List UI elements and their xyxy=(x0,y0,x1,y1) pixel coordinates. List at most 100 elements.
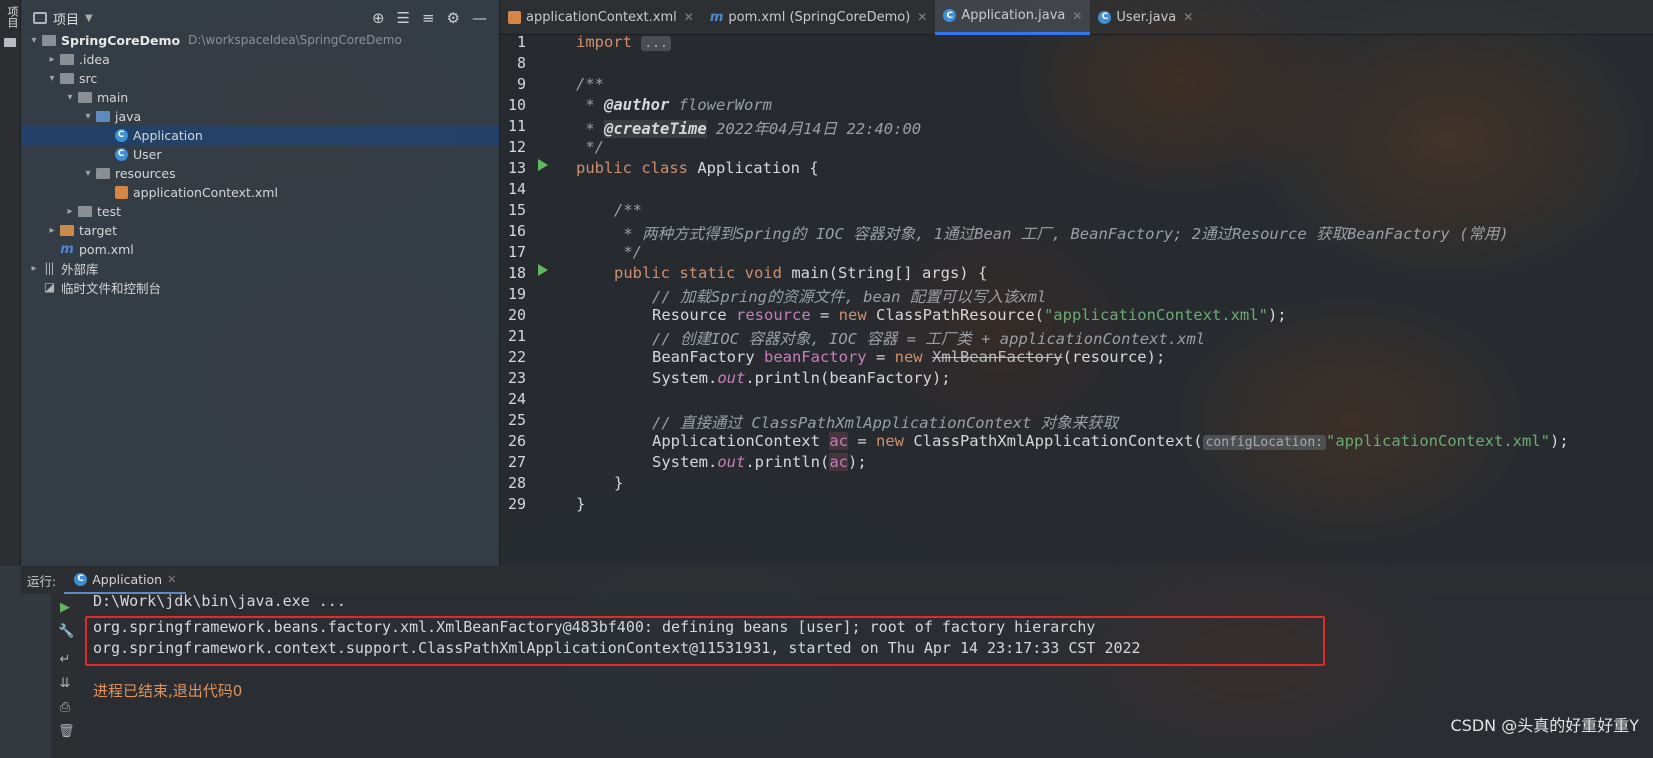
line-number: 24 xyxy=(507,390,526,408)
tree-item-idea[interactable]: ▸ .idea xyxy=(21,49,499,69)
chevron-down-icon[interactable]: ▾ xyxy=(45,73,59,84)
code-line: } xyxy=(576,495,586,513)
tab-application-java[interactable]: C Application.java ✕ xyxy=(935,0,1091,35)
tree-item-project-root[interactable]: ▾ SpringCoreDemo D:\workspaceIdea\Spring… xyxy=(21,30,499,50)
code-line: } xyxy=(614,474,624,492)
chevron-right-icon[interactable]: ▸ xyxy=(45,54,59,65)
tree-item-external-libraries[interactable]: ▸ ||| 外部库 xyxy=(21,258,499,278)
project-tool-tab[interactable]: 项目 xyxy=(2,6,19,28)
run-console[interactable]: D:\Work\jdk\bin\java.exe ... org.springf… xyxy=(79,592,1653,758)
scroll-to-end-icon[interactable]: ⇊ xyxy=(58,676,72,691)
tree-item-label: applicationContext.xml xyxy=(133,184,278,200)
tree-item-resources[interactable]: ▾ resources xyxy=(21,163,499,183)
collapse-all-icon[interactable]: ≡ xyxy=(422,9,435,27)
gear-icon[interactable]: ⚙ xyxy=(447,9,460,27)
parameter-hint: configLocation: xyxy=(1202,435,1327,450)
excluded-folder-icon xyxy=(60,224,74,236)
line-number: 27 xyxy=(507,453,526,471)
chevron-down-icon[interactable]: ▾ xyxy=(63,92,77,103)
tree-item-java[interactable]: ▾ java xyxy=(21,106,499,126)
tab-label: applicationContext.xml xyxy=(526,9,677,25)
minimize-icon[interactable]: — xyxy=(472,9,487,27)
line-number: 14 xyxy=(507,180,526,198)
line-number: 8 xyxy=(516,54,526,72)
chevron-down-icon[interactable]: ▾ xyxy=(81,168,95,179)
line-number: 23 xyxy=(507,369,526,387)
run-side-toolbar: ▶ 🔧 ↵ ⇊ ⎙ 🗑 xyxy=(51,594,79,758)
tab-pom-xml[interactable]: m pom.xml (SpringCoreDemo) ✕ xyxy=(702,0,936,35)
line-number: 28 xyxy=(507,474,526,492)
chevron-right-icon[interactable]: ▸ xyxy=(63,206,77,217)
tree-item-pom-xml[interactable]: m pom.xml xyxy=(21,239,499,259)
tree-item-target[interactable]: ▸ target xyxy=(21,220,499,240)
line-number: 1 xyxy=(516,33,526,51)
run-class-icon[interactable] xyxy=(538,159,548,171)
code-line: Resource resource = new ClassPathResourc… xyxy=(652,306,1287,324)
tree-item-label: pom.xml xyxy=(79,241,134,257)
tree-item-scratches[interactable]: ◪ 临时文件和控制台 xyxy=(21,277,499,297)
code-line: ApplicationContext ac = new ClassPathXml… xyxy=(652,432,1569,450)
chevron-down-icon[interactable]: ▾ xyxy=(27,35,41,46)
chevron-right-icon[interactable]: ▸ xyxy=(27,263,41,274)
folder-icon[interactable] xyxy=(4,38,16,47)
line-number: 21 xyxy=(507,327,526,345)
project-toolbar: ⊕ ☰ ≡ ⚙ — xyxy=(372,9,487,27)
code-line: System.out.println(ac); xyxy=(652,453,867,471)
tree-item-applicationcontext-xml[interactable]: applicationContext.xml xyxy=(21,182,499,202)
code-line: public class Application { xyxy=(576,159,819,177)
code-line: import ... xyxy=(576,33,671,51)
tree-item-user[interactable]: C User xyxy=(21,144,499,164)
chevron-right-icon[interactable]: ▸ xyxy=(45,225,59,236)
project-panel: 项目 ▼ ⊕ ☰ ≡ ⚙ — ▾ SpringCoreDemo D:\works… xyxy=(21,0,500,566)
close-icon[interactable]: ✕ xyxy=(1072,9,1082,23)
project-panel-title[interactable]: 项目 xyxy=(53,9,79,28)
tree-item-label: SpringCoreDemo xyxy=(61,32,181,48)
trash-icon[interactable]: 🗑 xyxy=(58,724,75,739)
code-line: /** xyxy=(576,75,604,93)
line-number: 19 xyxy=(507,285,526,303)
rerun-icon[interactable]: ▶ xyxy=(58,600,72,615)
folder-icon xyxy=(42,34,56,46)
code-line: // 加载Spring的资源文件, bean 配置可以写入该xml xyxy=(652,288,1047,306)
line-number: 15 xyxy=(507,201,526,219)
tab-user-java[interactable]: C User.java ✕ xyxy=(1090,0,1201,35)
console-line: org.springframework.context.support.Clas… xyxy=(93,639,1141,657)
close-icon[interactable]: ✕ xyxy=(917,10,927,24)
close-icon[interactable]: ✕ xyxy=(1183,10,1193,24)
close-icon[interactable]: ✕ xyxy=(167,573,176,586)
xml-file-icon xyxy=(508,10,521,24)
line-number: 16 xyxy=(507,222,526,240)
expand-all-icon[interactable]: ☰ xyxy=(397,9,410,27)
run-panel-label: 运行: xyxy=(27,573,57,589)
tab-label: Application.java xyxy=(961,8,1066,23)
run-main-icon[interactable] xyxy=(538,264,548,276)
class-icon: C xyxy=(114,147,128,161)
project-path: D:\workspaceIdea\SpringCoreDemo xyxy=(188,33,402,47)
tool-window-strip: 项目 xyxy=(0,0,21,566)
print-icon[interactable]: ⎙ xyxy=(58,700,72,715)
tab-label: pom.xml (SpringCoreDemo) xyxy=(728,9,911,25)
tree-item-src[interactable]: ▾ src xyxy=(21,68,499,88)
tree-item-main[interactable]: ▾ main xyxy=(21,87,499,107)
run-tab-application[interactable]: C Application ✕ xyxy=(64,566,187,594)
line-number: 26 xyxy=(507,432,526,450)
soft-wrap-icon[interactable]: ↵ xyxy=(58,652,72,667)
class-icon: C xyxy=(114,128,128,142)
class-icon: C xyxy=(1098,10,1112,24)
window-icon xyxy=(33,12,47,24)
folder-icon xyxy=(78,205,92,217)
tab-applicationcontext-xml[interactable]: applicationContext.xml ✕ xyxy=(500,0,702,35)
close-icon[interactable]: ✕ xyxy=(684,10,694,24)
code-editor[interactable]: 1 8 9 10 11 12 13 14 15 16 17 18 19 20 2… xyxy=(500,33,1653,566)
class-icon: C xyxy=(74,572,88,586)
tree-item-test[interactable]: ▸ test xyxy=(21,201,499,221)
chevron-down-icon[interactable]: ▾ xyxy=(81,111,95,122)
wrench-icon[interactable]: 🔧 xyxy=(58,624,74,639)
tab-label: User.java xyxy=(1116,9,1177,25)
code-line: * @author flowerWorm xyxy=(576,96,772,114)
tree-item-label: test xyxy=(97,203,122,219)
tree-item-label: .idea xyxy=(79,51,110,67)
chevron-down-icon[interactable]: ▼ xyxy=(85,13,93,24)
locate-icon[interactable]: ⊕ xyxy=(372,9,385,27)
tree-item-application[interactable]: C Application xyxy=(21,125,499,145)
